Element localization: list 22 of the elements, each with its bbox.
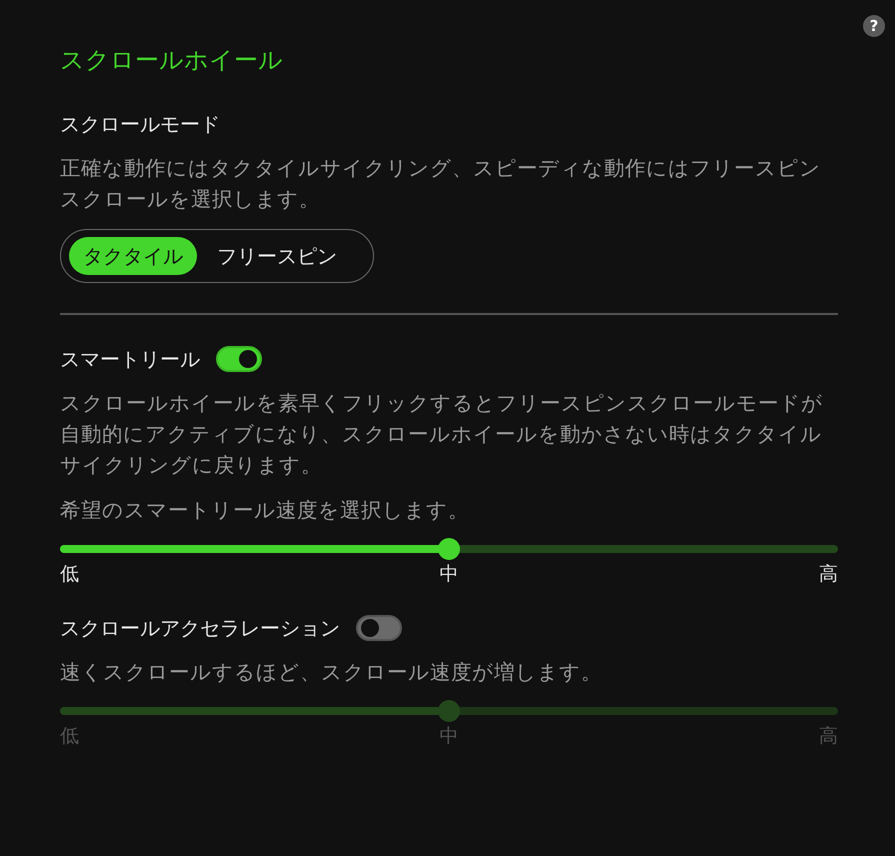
slider-label: 低 [60, 724, 79, 749]
slider-track[interactable] [60, 538, 838, 560]
section-title: スクロールホイール [60, 45, 284, 76]
slider-label: 中 [440, 724, 458, 749]
setting-label: スクロールアクセラレーション [60, 615, 340, 642]
slider-track[interactable] [60, 700, 838, 722]
setting-description: 正確な動作にはタクタイルサイクリング、スピーディな動作にはフリースピンスクロールを選択します。 [60, 155, 822, 213]
setting-heading: スクロールモード [60, 111, 221, 138]
setting-label: スマートリール [60, 346, 200, 373]
toggle-switch[interactable] [216, 346, 262, 372]
help-icon[interactable]: ? [863, 15, 885, 37]
slider-label: 低 [60, 562, 79, 587]
setting-description: 速くスクロールするほど、スクロール速度が増します。 [60, 659, 603, 686]
slider-label: 高 [819, 724, 838, 749]
mode-option[interactable]: フリースピン [203, 237, 351, 275]
mode-option[interactable]: タクタイル [69, 237, 197, 275]
setting-description: スクロールホイールを素早くフリックするとフリースピンスクロールモードが自動的にアクティブになり、スクロールホイールを動かさない時はタクタイルサイクリングに戻ります。 [60, 390, 824, 479]
toggle-switch[interactable] [356, 615, 402, 641]
slider-label: 中 [440, 562, 458, 587]
slider-label: 高 [819, 562, 838, 587]
setting-prompt: 希望のスマートリール速度を選択します。 [60, 497, 470, 524]
slider-thumb[interactable] [438, 538, 460, 560]
